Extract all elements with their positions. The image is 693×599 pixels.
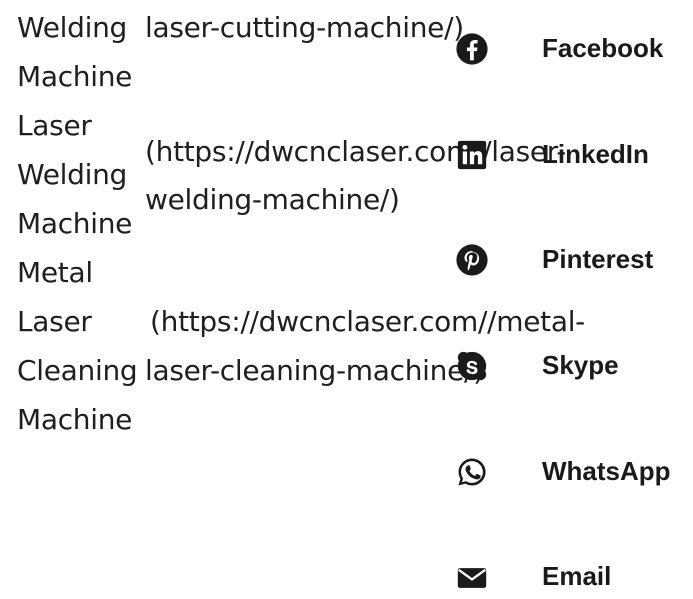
link-laser-cleaning-machine[interactable]: laser-cleaning-machine/) bbox=[145, 354, 484, 388]
whatsapp-icon[interactable] bbox=[455, 455, 489, 489]
product-line-laser: Laser bbox=[17, 305, 92, 338]
link-metal-url[interactable]: (https://dwcnclaser.com//metal- bbox=[150, 305, 585, 339]
share-label-email[interactable]: Email bbox=[542, 561, 611, 591]
product-line-metal: Metal bbox=[17, 256, 93, 289]
share-label-whatsapp[interactable]: WhatsApp bbox=[542, 456, 671, 486]
pinterest-icon[interactable] bbox=[455, 243, 489, 277]
email-icon[interactable] bbox=[455, 561, 489, 595]
link-laser-welding-url[interactable]: (https://dwcnclaser.com//laser- bbox=[145, 135, 566, 169]
facebook-icon[interactable] bbox=[455, 32, 489, 66]
share-label-linkedin[interactable]: LinkedIn bbox=[542, 139, 649, 169]
product-line-laser: Laser bbox=[17, 109, 92, 142]
linkedin-icon[interactable] bbox=[455, 138, 489, 172]
skype-icon[interactable] bbox=[455, 349, 489, 383]
product-line-welding: Welding bbox=[17, 158, 128, 191]
product-line-cleaning: Cleaning bbox=[17, 354, 138, 387]
share-label-skype[interactable]: Skype bbox=[542, 350, 619, 380]
share-label-pinterest[interactable]: Pinterest bbox=[542, 244, 653, 274]
share-label-facebook[interactable]: Facebook bbox=[542, 33, 663, 63]
product-line-machine: Machine bbox=[17, 60, 133, 93]
product-line-machine: Machine bbox=[17, 207, 133, 240]
link-welding-machine[interactable]: welding-machine/) bbox=[145, 183, 400, 217]
link-laser-cutting-machine[interactable]: laser-cutting-machine/) bbox=[145, 11, 464, 45]
product-line-welding: Welding bbox=[17, 11, 128, 44]
product-line-machine: Machine bbox=[17, 403, 133, 436]
